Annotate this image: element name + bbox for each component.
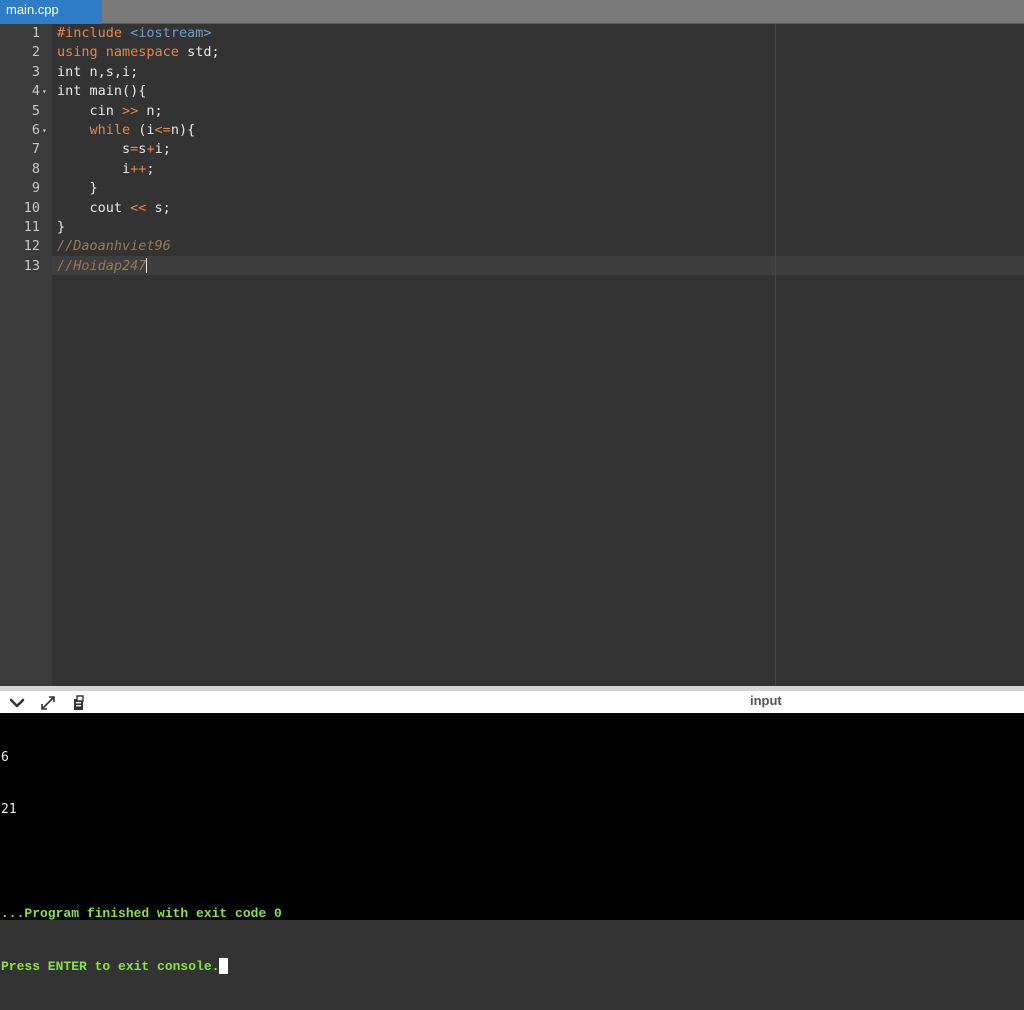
console-exit-message: ...Program finished with exit code 0	[1, 906, 282, 922]
code-lines[interactable]: 1 #include <iostream> 2 using namespace std…	[0, 24, 1024, 276]
line-number: 12	[23, 238, 40, 255]
line-number: 9	[31, 180, 40, 197]
code-line[interactable]: 10 cout << s;	[0, 199, 1024, 218]
code-text[interactable]: using namespace std;	[57, 43, 220, 62]
console-output[interactable]: 6 21 ​ ...Program finished with exit cod…	[1, 714, 282, 1010]
code-text[interactable]: }	[57, 179, 98, 198]
code-text[interactable]: cin >> n;	[57, 102, 163, 121]
code-line[interactable]: 7 s=s+i;	[0, 140, 1024, 159]
line-number: 1	[31, 25, 40, 41]
line-number: 2	[31, 44, 40, 61]
code-line[interactable]: 6 ▾ while (i<=n){	[0, 121, 1024, 140]
console-line: 6	[1, 749, 9, 765]
line-number: 13	[23, 257, 40, 274]
code-line[interactable]: 4 ▾ int main(){	[0, 82, 1024, 101]
code-line[interactable]: 2 using namespace std;	[0, 43, 1024, 62]
code-line[interactable]: 1 #include <iostream>	[0, 24, 1024, 43]
code-text[interactable]: }	[57, 218, 65, 237]
expand-icon	[41, 696, 55, 710]
code-line[interactable]: 5 cin >> n;	[0, 102, 1024, 121]
copy-output-button[interactable]	[68, 694, 90, 712]
line-number: 6	[31, 121, 40, 138]
line-number: 5	[31, 102, 40, 119]
chevron-down-icon	[9, 698, 25, 708]
console-enter-prompt: Press ENTER to exit console.	[1, 958, 220, 974]
collapse-console-button[interactable]	[6, 694, 28, 712]
code-editor[interactable]: 1 #include <iostream> 2 using namespace std…	[0, 24, 1024, 686]
code-text[interactable]: #include <iostream>	[57, 24, 211, 43]
console-line: 21	[1, 802, 17, 818]
code-text[interactable]: i++;	[57, 160, 155, 179]
line-number: 8	[31, 160, 40, 177]
line-number: 7	[31, 141, 40, 158]
line-number: 4	[31, 83, 40, 100]
code-line[interactable]: 12 //Daoanhviet96	[0, 237, 1024, 256]
code-text[interactable]: cout << s;	[57, 199, 171, 218]
fold-arrow-icon[interactable]: ▾	[42, 121, 47, 140]
code-line[interactable]: 13 //Hoidap247	[0, 257, 1024, 276]
line-number: 10	[23, 199, 40, 216]
code-line[interactable]: 8 i++;	[0, 160, 1024, 179]
code-text[interactable]: //Daoanhviet96	[57, 237, 171, 256]
tab-main-cpp[interactable]: main.cpp	[0, 0, 102, 24]
code-line[interactable]: 9 }	[0, 179, 1024, 198]
code-line[interactable]: 11}	[0, 218, 1024, 237]
text-cursor	[146, 258, 148, 274]
code-line[interactable]: 3 int n,s,i;	[0, 63, 1024, 82]
line-number: 3	[31, 63, 40, 80]
console-cursor	[219, 958, 229, 975]
code-text[interactable]: while (i<=n){	[57, 121, 196, 140]
tab-bar: main.cpp	[0, 0, 1024, 24]
console-line: ​	[1, 853, 282, 870]
line-number: 11	[23, 218, 40, 235]
copy-icon	[74, 695, 84, 710]
code-text[interactable]: s=s+i;	[57, 140, 171, 159]
code-text[interactable]: int n,s,i;	[57, 63, 138, 82]
console-input-label: input	[750, 693, 782, 708]
fold-arrow-icon[interactable]: ▾	[42, 82, 47, 101]
expand-console-button[interactable]	[37, 694, 59, 712]
console-panel[interactable]: input 6 21 ​ ...Program finished with ex…	[0, 686, 1024, 975]
code-text[interactable]: //Hoidap247	[57, 257, 148, 276]
code-text[interactable]: int main(){	[57, 82, 146, 101]
console-toolbar: input	[0, 686, 1024, 713]
